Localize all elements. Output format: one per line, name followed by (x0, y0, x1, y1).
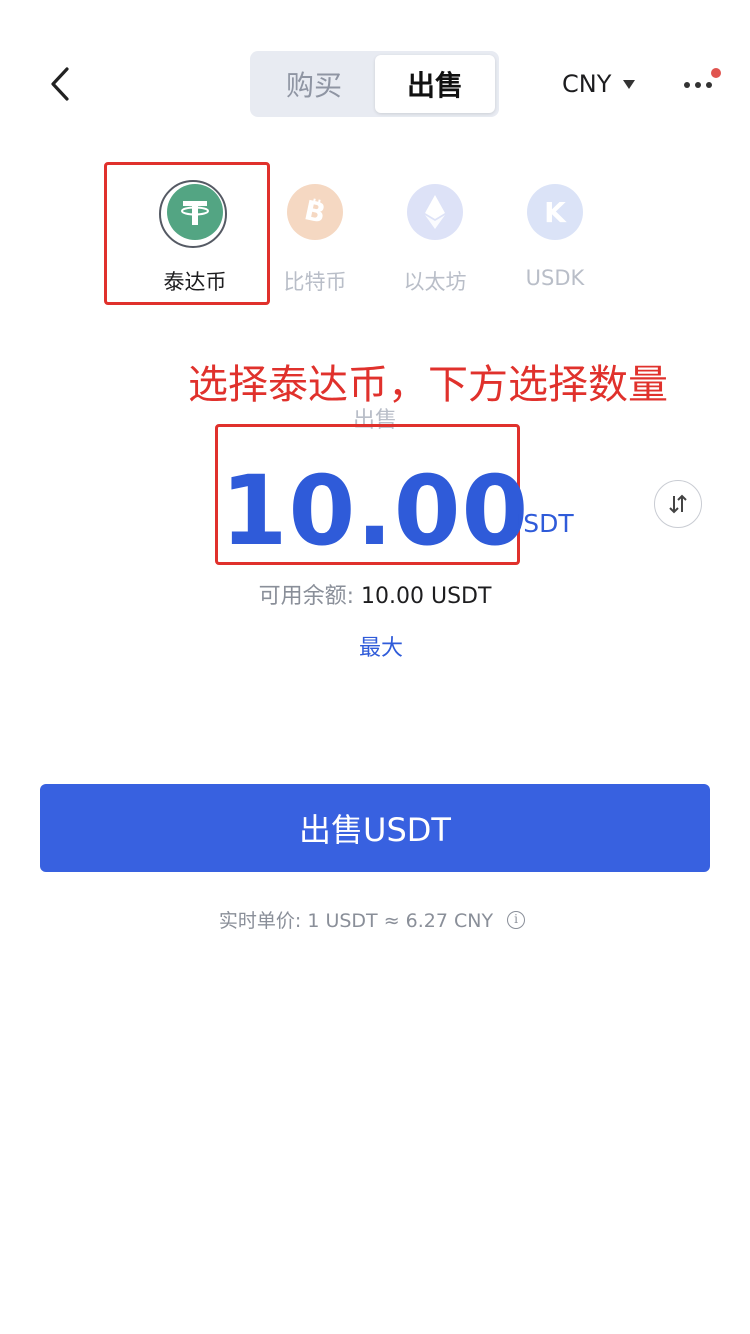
info-icon[interactable]: i (507, 910, 526, 929)
amount-value: 10.00 (220, 455, 530, 567)
coin-label: 以太坊 (403, 270, 467, 294)
coin-label: 比特币 (283, 270, 347, 294)
tab-sell[interactable]: 出售 (375, 55, 495, 113)
swap-unit-button[interactable] (654, 480, 702, 528)
svg-text:K: K (544, 196, 567, 229)
coin-label: USDK (525, 266, 585, 290)
ethereum-icon (407, 184, 463, 240)
tab-buy[interactable]: 购买 (254, 55, 374, 113)
balance-value: 10.00 USDT (361, 584, 492, 609)
bitcoin-icon: B (287, 184, 343, 240)
price-text: 实时单价: 1 USDT ≈ 6.27 CNY (218, 910, 494, 932)
coin-usdt[interactable]: 泰达币 (135, 180, 255, 304)
chevron-left-icon (51, 67, 69, 101)
notification-dot (711, 68, 721, 78)
more-horizontal-icon (684, 82, 690, 88)
coin-label: 泰达币 (163, 270, 227, 294)
more-dot (695, 82, 701, 88)
usdk-icon: K (527, 184, 583, 240)
caret-down-icon (623, 79, 636, 89)
sell-usdt-button[interactable]: 出售USDT (40, 784, 710, 872)
available-balance: 可用余额: 10.00 USDT (0, 578, 750, 610)
back-button[interactable] (36, 58, 86, 108)
more-dot (706, 82, 712, 88)
coin-eth[interactable]: 以太坊 (375, 184, 495, 304)
sell-button-label: 出售USDT (299, 811, 451, 849)
amount-unit: USDT (505, 509, 574, 538)
coin-btc[interactable]: B 比特币 (255, 184, 375, 304)
currency-label: CNY (562, 70, 612, 98)
max-button[interactable]: 最大 (0, 630, 750, 662)
balance-label: 可用余额: (258, 584, 354, 609)
realtime-price: 实时单价: 1 USDT ≈ 6.27 CNY i (0, 906, 744, 933)
currency-selector[interactable]: CNY (562, 64, 636, 104)
tether-icon (167, 184, 223, 240)
amount-input[interactable]: 10.00 (0, 455, 750, 567)
coin-usdk[interactable]: K USDK (495, 184, 615, 304)
swap-vertical-icon (669, 494, 687, 514)
trade-mode-tabs: 购买 出售 (250, 51, 499, 117)
